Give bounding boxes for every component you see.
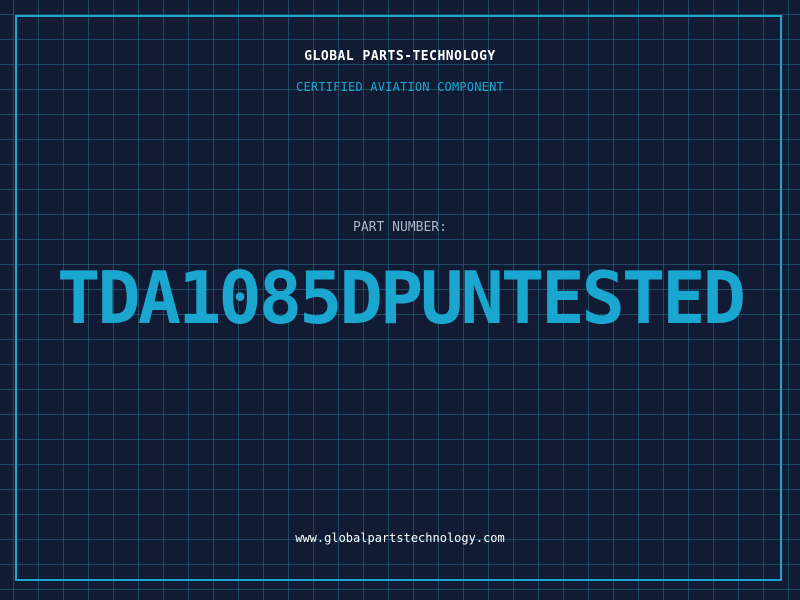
certificate-canvas: GLOBAL PARTS-TECHNOLOGY CERTIFIED AVIATI…: [0, 0, 800, 600]
part-number-label: PART NUMBER:: [353, 220, 447, 235]
part-number-value: TDA1085DPUNTESTED: [57, 256, 746, 340]
certification-subtitle: CERTIFIED AVIATION COMPONENT: [296, 80, 504, 94]
company-name: GLOBAL PARTS-TECHNOLOGY: [304, 49, 496, 64]
website-url: www.globalpartstechnology.com: [295, 531, 505, 545]
